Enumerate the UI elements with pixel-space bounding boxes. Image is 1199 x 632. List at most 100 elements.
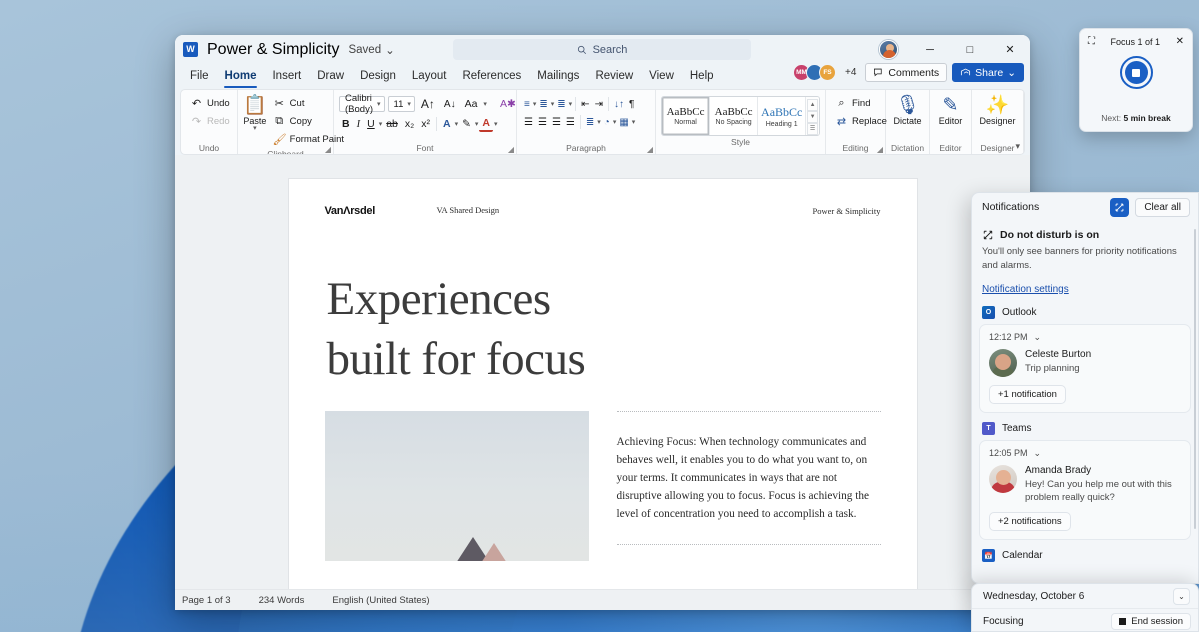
chevron-down-icon[interactable]: ⌄ [1034, 332, 1042, 343]
editor-button[interactable]: ✎ Editor [935, 93, 966, 126]
underline-button[interactable]: U [364, 117, 378, 131]
notification-toast-outlook[interactable]: 12:12 PM ⌄ Celeste Burton Trip planning … [979, 323, 1191, 413]
end-session-button[interactable]: End session [1111, 612, 1191, 630]
paste-button[interactable]: 📋 Paste ▾ [243, 93, 267, 132]
shrink-font-button[interactable]: A↓ [441, 98, 459, 111]
collaborator-avatar-fs[interactable]: FS [818, 64, 836, 81]
do-not-disturb-toggle-button[interactable] [1110, 197, 1130, 217]
editing-dialog-launcher[interactable]: ◢ [877, 145, 883, 154]
minimize-button[interactable]: ─ [910, 35, 950, 64]
close-button[interactable]: ✕ [990, 35, 1030, 64]
chevron-down-icon[interactable]: ▾ [483, 100, 487, 108]
document-canvas[interactable]: VanΛrsdel VA Shared Design Power & Simpl… [175, 155, 1030, 589]
find-button[interactable]: ⌕ Find [831, 95, 891, 112]
chevron-down-icon[interactable]: ▾ [533, 100, 537, 108]
more-notifications-button-outlook[interactable]: +1 notification [989, 384, 1066, 404]
more-notifications-button-teams[interactable]: +2 notifications [989, 512, 1071, 532]
page-count[interactable]: Page 1 of 3 [182, 595, 231, 606]
borders-icon[interactable]: ▦ [617, 116, 630, 129]
notification-settings-link[interactable]: Notification settings [982, 284, 1069, 295]
align-center-icon[interactable]: ☰ [536, 116, 549, 129]
clear-all-button[interactable]: Clear all [1135, 197, 1190, 217]
superscript-button[interactable]: x² [418, 117, 433, 131]
multilevel-list-icon[interactable]: ≣ [555, 98, 567, 111]
numbering-icon[interactable]: ≣ [537, 98, 549, 111]
chevron-down-icon[interactable]: ▾ [253, 125, 257, 132]
style-no-spacing[interactable]: AaBbCc No Spacing [710, 97, 759, 135]
language-indicator[interactable]: English (United States) [332, 595, 429, 606]
notification-toast-teams[interactable]: 12:05 PM ⌄ Amanda Brady Hey! Can you hel… [979, 439, 1191, 541]
font-color-button[interactable]: A [479, 116, 493, 132]
comments-button[interactable]: Comments [865, 63, 948, 82]
text-highlight-button[interactable]: ✎ [459, 117, 474, 131]
show-formatting-marks-icon[interactable]: ¶ [627, 98, 636, 111]
tab-review[interactable]: Review [587, 64, 641, 88]
justify-icon[interactable]: ☰ [564, 116, 577, 129]
word-count[interactable]: 234 Words [259, 595, 305, 606]
styles-scroll-controls[interactable]: ▲ ▼ ☰ [806, 97, 819, 135]
ribbon-collapse-chevron-icon[interactable]: ▾ [1015, 141, 1020, 152]
document-title[interactable]: Power & Simplicity [207, 41, 339, 59]
tab-file[interactable]: File [182, 64, 217, 88]
styles-scroll-down-icon[interactable]: ▼ [807, 111, 819, 123]
chevron-down-icon[interactable]: ▾ [613, 118, 617, 126]
font-name-combobox[interactable]: Calibri (Body) ▾ [339, 93, 385, 115]
grow-font-button[interactable]: A↑ [418, 96, 438, 112]
styles-scroll-up-icon[interactable]: ▲ [807, 99, 819, 111]
styles-expand-icon[interactable]: ☰ [807, 123, 819, 135]
bullets-icon[interactable]: ≡ [522, 98, 532, 111]
maximize-button[interactable]: □ [950, 35, 990, 64]
tab-help[interactable]: Help [682, 64, 722, 88]
font-size-combobox[interactable]: 11 ▾ [387, 96, 415, 112]
text-effects-button[interactable]: A [440, 117, 454, 131]
tab-mailings[interactable]: Mailings [529, 64, 587, 88]
tab-layout[interactable]: Layout [404, 64, 455, 88]
font-dialog-launcher[interactable]: ◢ [508, 145, 514, 154]
sort-icon[interactable]: ↓↑ [612, 98, 626, 111]
clipboard-dialog-launcher[interactable]: ◢ [325, 145, 331, 154]
strikethrough-button[interactable]: ab [383, 117, 401, 131]
tab-design[interactable]: Design [352, 64, 404, 88]
paragraph-dialog-launcher[interactable]: ◢ [647, 145, 653, 154]
search-input[interactable]: Search [453, 39, 751, 60]
chevron-down-icon[interactable]: ▾ [569, 100, 573, 108]
redo-button[interactable]: ↷ Redo [186, 113, 234, 130]
tab-home[interactable]: Home [217, 64, 265, 88]
chevron-down-icon[interactable]: ▾ [551, 100, 555, 108]
calendar-date-row[interactable]: Wednesday, October 6 ⌄ [972, 584, 1198, 609]
account-avatar[interactable] [879, 40, 898, 59]
chevron-down-icon[interactable]: ⌄ [1034, 448, 1042, 459]
close-icon[interactable]: ✕ [1176, 36, 1184, 47]
dictate-button[interactable]: 🎙 Dictate [891, 93, 924, 126]
chevron-down-icon[interactable]: ▾ [597, 118, 601, 126]
saved-status-dropdown[interactable]: Saved ⌄ [348, 43, 394, 57]
collaborator-overflow-count[interactable]: +4 [845, 67, 856, 78]
line-spacing-icon[interactable]: ≣ [584, 116, 596, 129]
tab-view[interactable]: View [641, 64, 682, 88]
document-photo[interactable] [324, 411, 589, 562]
italic-button[interactable]: I [354, 118, 364, 131]
subscript-button[interactable]: x₂ [402, 117, 417, 131]
chevron-down-icon[interactable]: ▾ [632, 118, 636, 126]
chevron-down-icon[interactable]: ▾ [494, 120, 498, 128]
notification-scrollbar[interactable] [1193, 229, 1196, 529]
chevron-down-icon[interactable]: ▾ [379, 120, 383, 128]
document-page[interactable]: VanΛrsdel VA Shared Design Power & Simpl… [288, 179, 917, 589]
undo-button[interactable]: ↶ Undo [186, 95, 234, 112]
increase-indent-icon[interactable]: ⇥ [593, 98, 605, 111]
focus-stop-button[interactable] [1119, 56, 1153, 89]
designer-button[interactable]: ✨ Designer [977, 93, 1018, 126]
change-case-button[interactable]: Aa [462, 97, 481, 111]
clear-formatting-button[interactable]: A✱ [497, 97, 519, 111]
tab-references[interactable]: References [454, 64, 529, 88]
align-left-icon[interactable]: ☰ [522, 116, 535, 129]
chevron-down-icon[interactable]: ▾ [475, 120, 479, 128]
style-heading-1[interactable]: AaBbCc Heading 1 [758, 97, 807, 135]
share-button[interactable]: Share ⌄ [952, 63, 1024, 82]
decrease-indent-icon[interactable]: ⇤ [579, 98, 591, 111]
chevron-down-icon[interactable]: ▾ [455, 120, 459, 128]
tab-insert[interactable]: Insert [264, 64, 309, 88]
replace-button[interactable]: ⇄ Replace [831, 113, 891, 130]
notification-list[interactable]: Do not disturb is on You'll only see ban… [972, 221, 1198, 583]
style-normal[interactable]: AaBbCc Normal [662, 97, 711, 135]
